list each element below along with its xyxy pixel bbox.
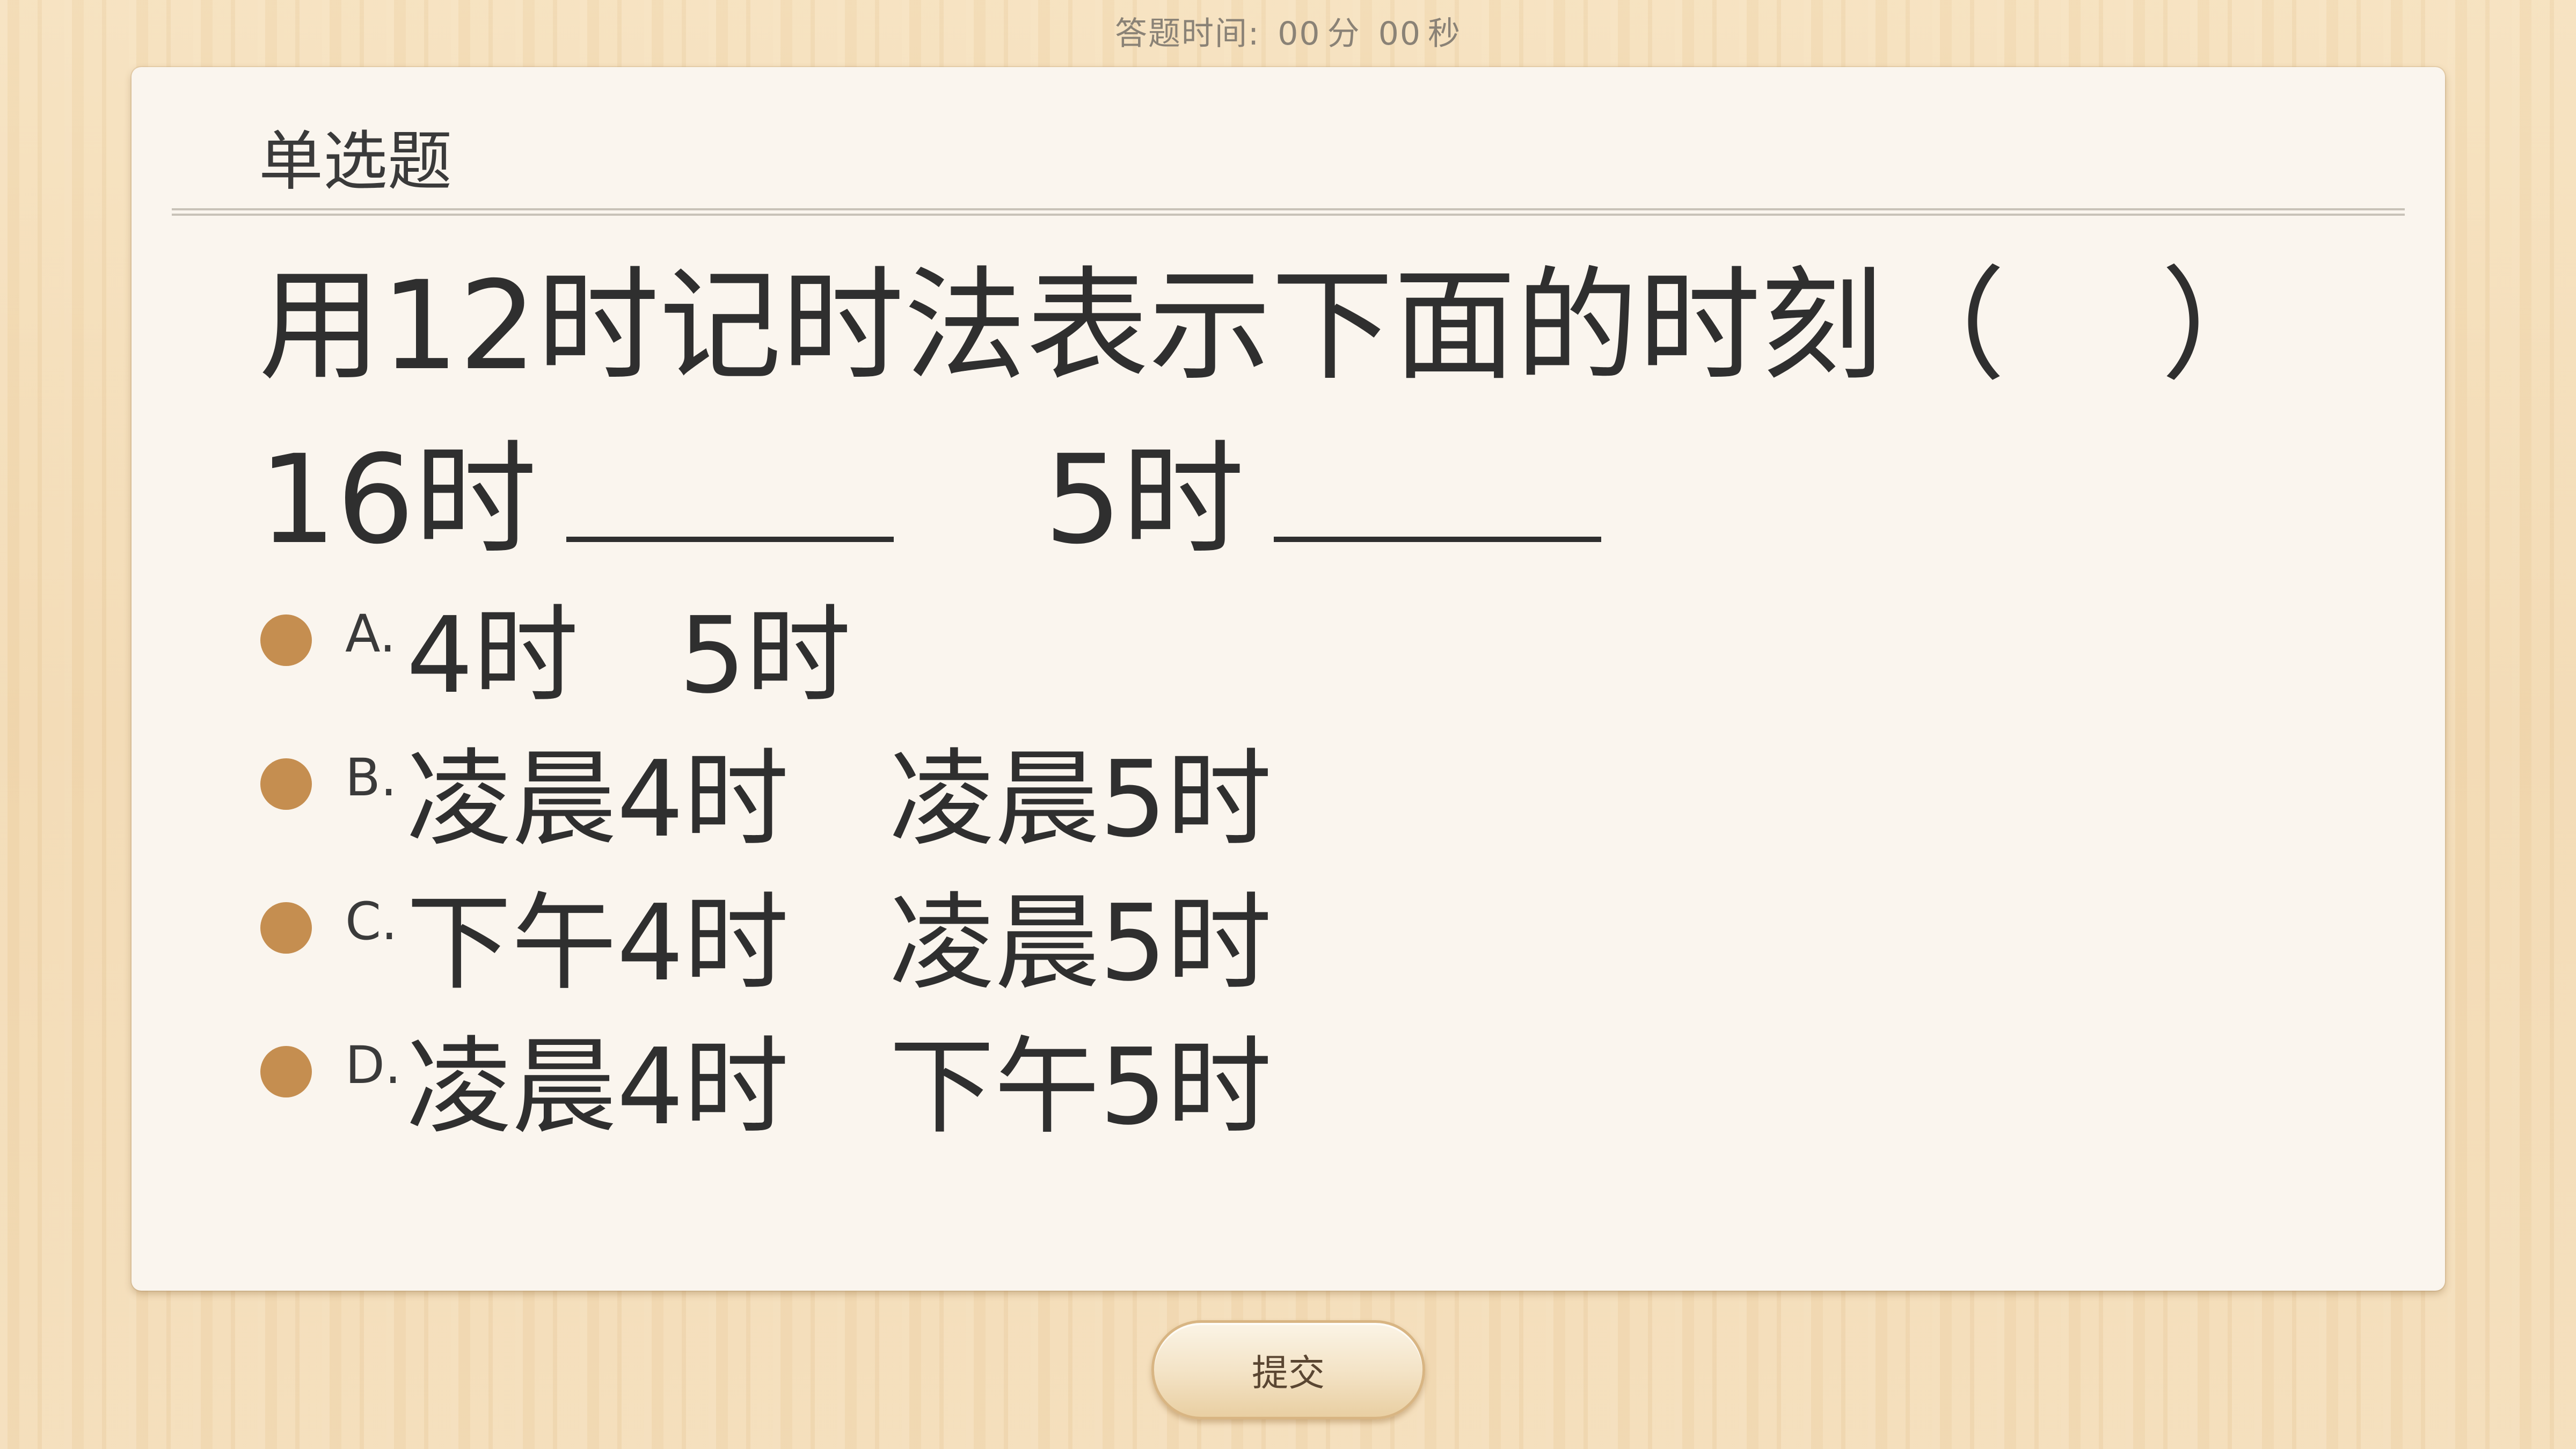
option-letter: A. xyxy=(345,604,396,664)
timer-seconds: 00 xyxy=(1378,15,1422,53)
option-text: 凌晨4时 凌晨5时 xyxy=(406,738,1272,861)
answer-timer: 答题时间: 00 分 00 秒 xyxy=(0,8,2576,54)
radio-dot-icon[interactable] xyxy=(260,1046,312,1097)
option-text: 下午4时 凌晨5时 xyxy=(406,882,1272,1005)
question-card: 单选题 用12时记时法表示下面的时刻（ ） 16时 5时 A. 4时 5时 B. … xyxy=(132,67,2445,1291)
question-type-label: 单选题 xyxy=(259,125,452,199)
answer-blank-2 xyxy=(1274,435,1602,542)
radio-dot-icon[interactable] xyxy=(260,902,312,954)
answer-blank-1 xyxy=(566,435,894,542)
question-stem-line-2: 16时 5时 xyxy=(259,435,1602,561)
option-letter: B. xyxy=(345,748,397,808)
stem-part-16: 16时 xyxy=(259,428,537,571)
timer-label: 答题时间: xyxy=(1114,15,1260,53)
timer-seconds-unit: 秒 xyxy=(1428,15,1462,53)
option-text: 4时 5时 xyxy=(406,595,851,717)
radio-dot-icon[interactable] xyxy=(260,758,312,810)
timer-minutes: 00 xyxy=(1278,15,1321,53)
radio-dot-icon[interactable] xyxy=(260,614,312,666)
option-letter: C. xyxy=(345,891,398,952)
option-letter: D. xyxy=(345,1035,402,1095)
option-text: 凌晨4时 下午5时 xyxy=(406,1026,1272,1148)
stem-part-5: 5时 xyxy=(1044,428,1245,571)
header-divider xyxy=(172,208,2405,216)
question-stem-line-1: 用12时记时法表示下面的时刻（ ） xyxy=(259,254,2284,397)
timer-minutes-unit: 分 xyxy=(1327,15,1361,53)
submit-button[interactable]: 提交 xyxy=(1151,1320,1425,1419)
